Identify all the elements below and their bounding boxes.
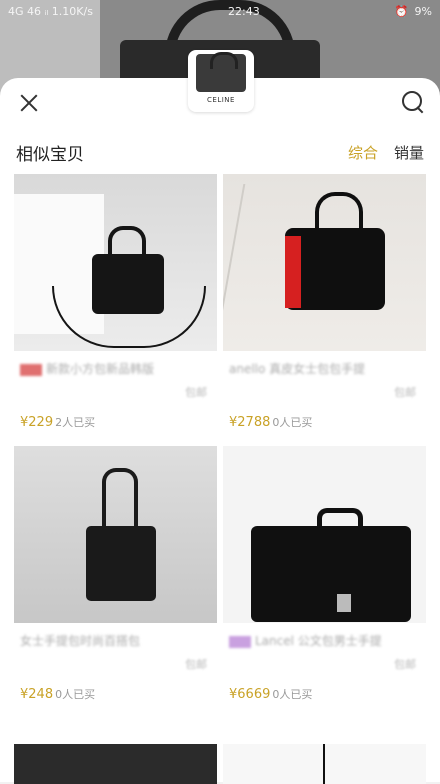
alarm-icon: ⏰ bbox=[394, 4, 409, 18]
product-title[interactable]: 女士手提包时尚百搭包 bbox=[20, 632, 210, 649]
thumbnail-brand-label: CELINE bbox=[207, 96, 235, 104]
source-product-thumbnail[interactable]: CELINE bbox=[188, 50, 254, 112]
product-meta: 包邮 bbox=[394, 386, 416, 399]
product-card[interactable]: Lancel 公文包男士手提 包邮 ¥6669 0人已买 bbox=[223, 446, 426, 731]
sold-count: 0人已买 bbox=[55, 688, 96, 701]
product-title-text: Lancel 公文包男士手提 bbox=[255, 634, 382, 648]
search-handle bbox=[416, 106, 424, 114]
shop-badge bbox=[20, 363, 42, 376]
bag-thumbnail-image bbox=[196, 52, 246, 92]
product-title[interactable]: 新款小方包新品韩版 bbox=[20, 360, 210, 377]
section-title: 相似宝贝 bbox=[16, 145, 84, 165]
price-value: ¥248 bbox=[20, 687, 54, 702]
product-image[interactable] bbox=[223, 744, 426, 784]
product-image[interactable] bbox=[14, 744, 217, 784]
sold-count: 0人已买 bbox=[272, 688, 313, 701]
sold-count: 2人已买 bbox=[55, 416, 96, 429]
photo-bag-handle bbox=[102, 468, 138, 532]
close-icon[interactable] bbox=[18, 92, 40, 114]
product-price: ¥2788 0人已买 bbox=[229, 414, 312, 430]
sheet-header: 相似宝贝 综合 销量 bbox=[0, 140, 440, 166]
product-image[interactable] bbox=[223, 446, 426, 623]
network-speed: 4G 46 ᵢₗ 1.10K/s bbox=[8, 4, 93, 18]
sort-tab-comprehensive[interactable]: 综合 bbox=[348, 142, 378, 163]
product-title[interactable]: Lancel 公文包男士手提 bbox=[229, 632, 419, 649]
photo-bag bbox=[251, 526, 411, 622]
product-price: ¥248 0人已买 bbox=[20, 686, 95, 702]
product-title[interactable]: anello 真皮女士包包手提 bbox=[229, 360, 419, 377]
product-card[interactable]: 女士手提包时尚百搭包 包邮 ¥248 0人已买 bbox=[14, 446, 217, 731]
photo-bag-strap bbox=[323, 744, 325, 784]
product-card[interactable] bbox=[14, 744, 217, 784]
sold-count: 0人已买 bbox=[272, 416, 313, 429]
product-card[interactable]: anello 真皮女士包包手提 包邮 ¥2788 0人已买 bbox=[223, 174, 426, 459]
product-price: ¥229 2人已买 bbox=[20, 414, 95, 430]
photo-bag-red-side bbox=[285, 236, 301, 308]
product-price: ¥6669 0人已买 bbox=[229, 686, 312, 702]
product-title-text: 新款小方包新品韩版 bbox=[46, 362, 155, 376]
product-image[interactable] bbox=[14, 174, 217, 351]
photo-bag-lock bbox=[337, 594, 351, 612]
price-value: ¥229 bbox=[20, 415, 54, 430]
product-meta: 包邮 bbox=[185, 386, 207, 399]
product-image[interactable] bbox=[14, 446, 217, 623]
product-meta: 包邮 bbox=[394, 658, 416, 671]
photo-bag bbox=[92, 254, 164, 314]
product-image[interactable] bbox=[223, 174, 426, 351]
product-card[interactable] bbox=[223, 744, 426, 784]
status-icons: ⏰ 9% bbox=[395, 5, 432, 18]
product-card[interactable]: 新款小方包新品韩版 包邮 ¥229 2人已买 bbox=[14, 174, 217, 459]
battery-level: 9% bbox=[414, 4, 432, 18]
shop-badge bbox=[229, 635, 251, 648]
price-value: ¥2788 bbox=[229, 415, 271, 430]
status-bar: 4G 46 ᵢₗ 1.10K/s 22:43 ⏰ 9% bbox=[0, 0, 440, 22]
search-icon[interactable] bbox=[402, 91, 424, 114]
photo-bag bbox=[86, 526, 156, 601]
status-time: 22:43 bbox=[228, 4, 260, 18]
product-meta: 包邮 bbox=[185, 658, 207, 671]
price-value: ¥6669 bbox=[229, 687, 271, 702]
photo-branch bbox=[223, 184, 286, 324]
sort-tab-sales[interactable]: 销量 bbox=[394, 142, 424, 163]
